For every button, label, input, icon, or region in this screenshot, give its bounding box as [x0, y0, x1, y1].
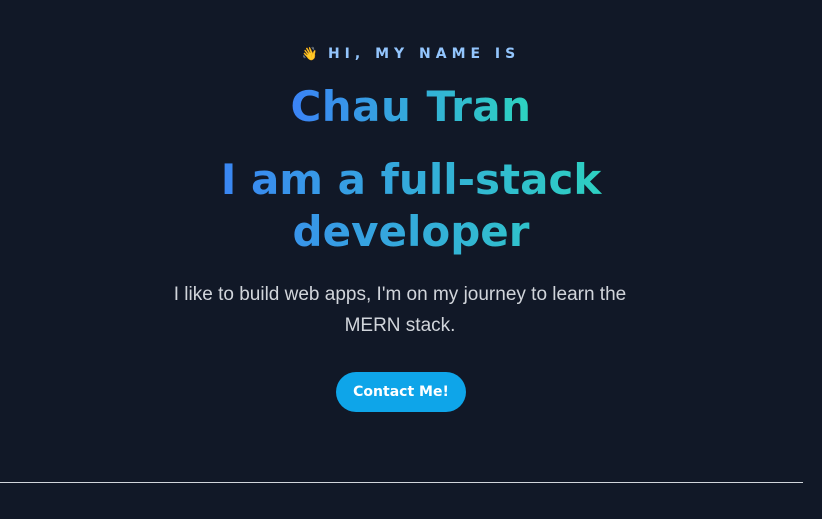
hero-section: 👋 HI, MY NAME IS Chau Tran I am a full-st…	[0, 0, 822, 519]
hero-tagline: I like to build web apps, I'm on my jour…	[173, 284, 627, 336]
hero-name: Chau Tran	[0, 80, 822, 134]
greeting-text: HI, MY NAME IS	[327, 46, 521, 62]
hero-name-text: Chau Tran	[290, 82, 532, 131]
greeting-line: 👋 HI, MY NAME IS	[0, 45, 822, 64]
contact-me-button[interactable]: Contact Me!	[336, 372, 466, 412]
hero-role-text: I am a full-stack developer	[201, 154, 621, 258]
waving-hand-icon: 👋	[301, 47, 318, 62]
section-divider	[0, 482, 803, 483]
hero-role: I am a full-stack developer	[0, 154, 822, 258]
